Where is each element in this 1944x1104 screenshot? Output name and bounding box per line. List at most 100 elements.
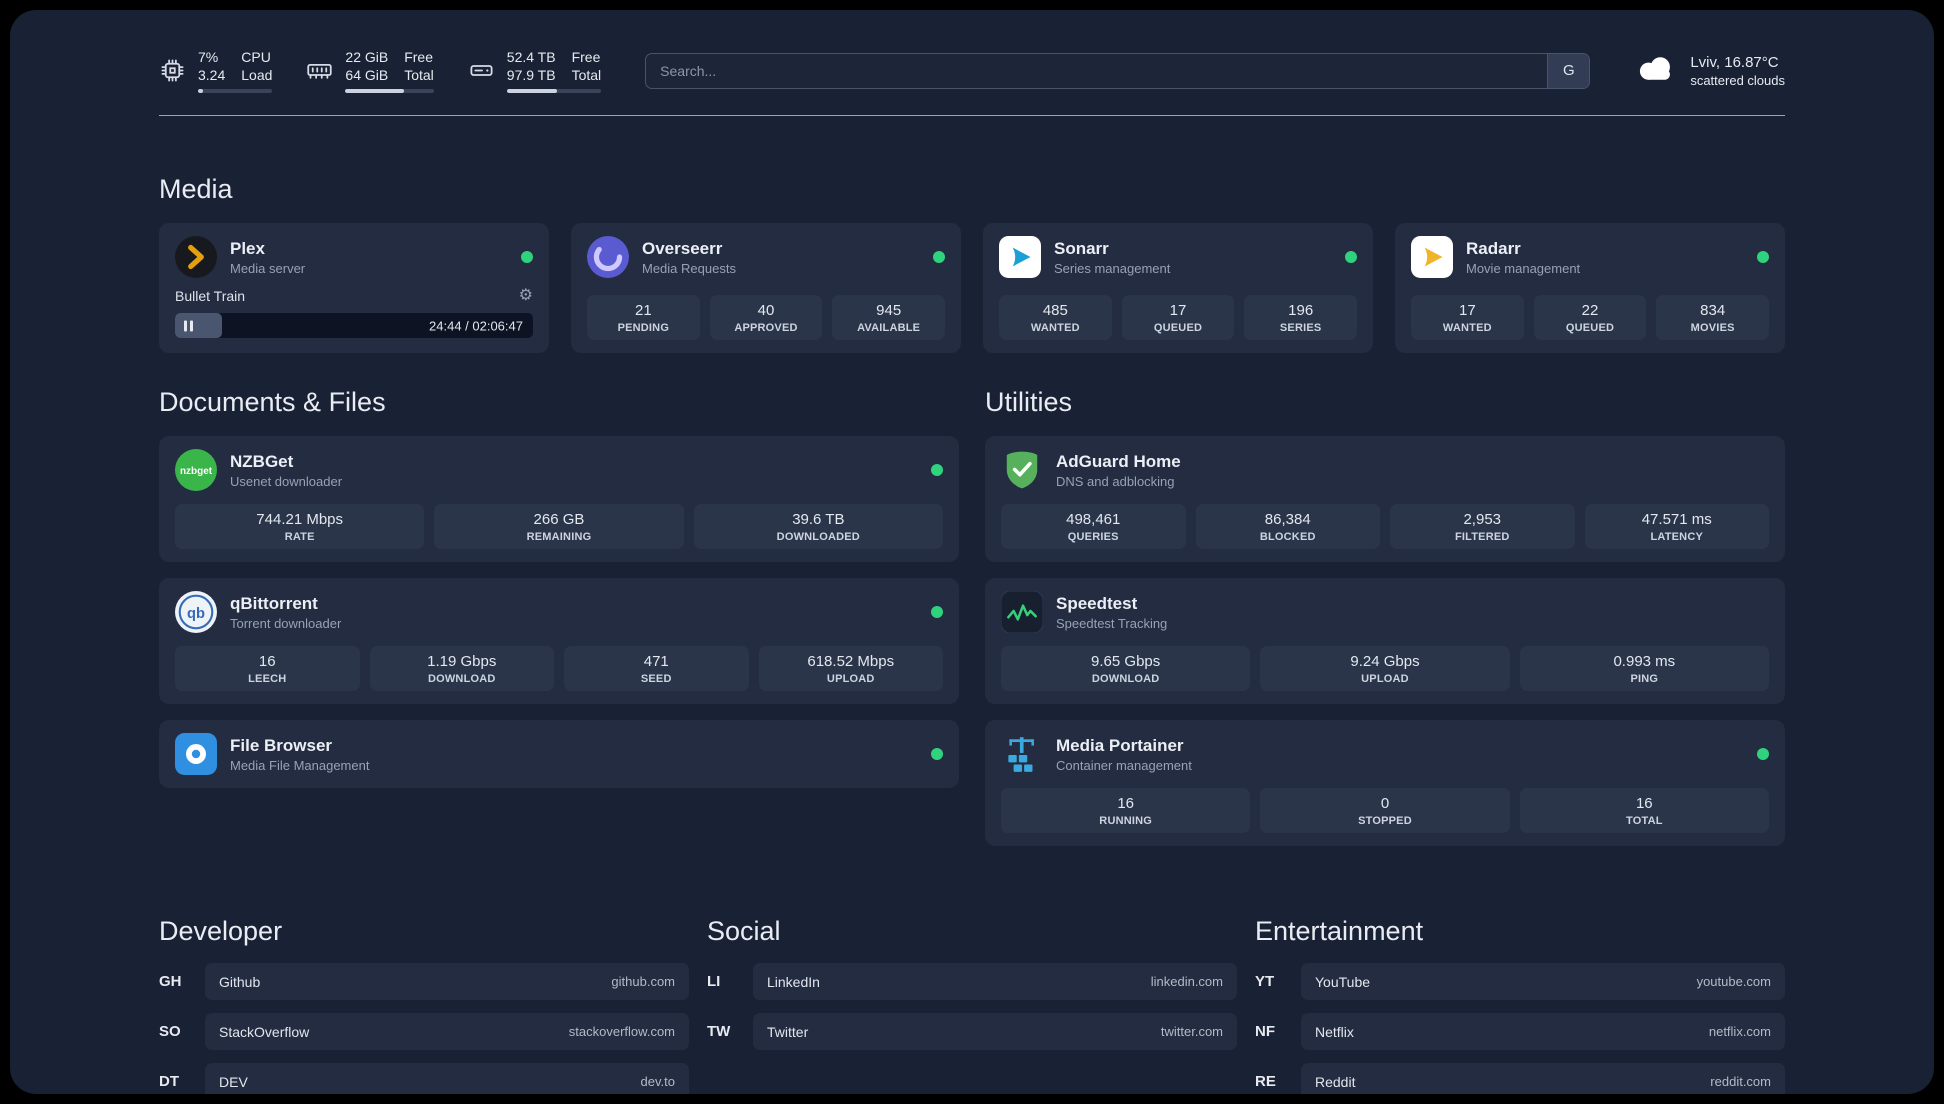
bookmark-name: Github [219,973,261,990]
bookmark-twitter[interactable]: Twitter twitter.com [753,1013,1237,1051]
bookmark-url: netflix.com [1708,1024,1771,1040]
stat-rate: 744.21 Mbps RATE [175,504,425,550]
app-name: AdGuard Home [1056,451,1181,471]
bookmark-github[interactable]: Github github.com [205,963,689,1001]
ram-free-value: 22 GiB [345,49,389,65]
topbar: 7% 3.24 CPU Load 22 GiB 64 GiB Free Tota… [159,48,1785,94]
app-card-nzbget[interactable]: nzbget NZBGet Usenet downloader 744.21 M… [159,436,959,563]
disk-free-value: 52.4 TB [506,49,556,65]
disk-labels: Free Total [571,49,602,84]
bookmark-row: YT YouTube youtube.com [1255,963,1785,1001]
bookmark-abbr: GH [159,973,182,991]
app-subtitle: DNS and adblocking [1056,473,1175,489]
stat-available: 945 AVAILABLE [832,295,945,341]
bookmark-url: stackoverflow.com [568,1024,675,1040]
cpu-load-value: 3.24 [198,67,226,84]
bookmark-url: linkedin.com [1150,974,1223,990]
app-subtitle: Usenet downloader [230,473,343,489]
search-input[interactable] [646,53,1548,88]
cpu-labels: CPU Load [241,49,273,84]
now-playing-title: Bullet Train [175,288,246,305]
app-card-filebrowser[interactable]: File Browser Media File Management [159,720,959,789]
bookmark-url: reddit.com [1710,1074,1771,1090]
app-card-speedtest[interactable]: Speedtest Speedtest Tracking 9.65 Gbps DO… [985,578,1785,705]
system-metrics: 7% 3.24 CPU Load 22 GiB 64 GiB Free Tota… [159,48,602,94]
bookmark-abbr: TW [707,1023,731,1041]
app-subtitle: Media Requests [642,260,736,276]
svg-text:nzbget: nzbget [180,467,213,478]
stat-download: 9.65 Gbps DOWNLOAD [1001,646,1251,692]
playback-progress-bar[interactable]: 24:44 / 02:06:47 [175,313,533,339]
bookmark-url: twitter.com [1160,1024,1223,1040]
app-card-qbittorrent[interactable]: qb qBittorrent Torrent downloader 16 LEEC… [159,578,959,705]
ram-values: 22 GiB 64 GiB [345,48,388,84]
section-title-documents: Documents & Files [159,387,386,418]
section-title-media: Media [159,174,233,205]
bookmark-youtube[interactable]: YouTube youtube.com [1301,963,1785,1001]
bookmark-row: TW Twitter twitter.com [707,1013,1237,1051]
stat-seed: 471 SEED [564,646,749,692]
bookmark-name: Netflix [1315,1023,1354,1040]
app-card-sonarr[interactable]: Sonarr Series management 485 WANTED 17 QUE… [983,223,1373,354]
speedtest-icon [1001,591,1043,634]
app-card-portainer[interactable]: Media Portainer Container management 16 R… [985,720,1785,847]
bookmark-reddit[interactable]: Reddit reddit.com [1301,1063,1785,1094]
app-subtitle: Movie management [1466,260,1581,276]
bookmark-abbr: NF [1255,1023,1275,1041]
status-dot [1345,251,1357,264]
app-card-overseerr[interactable]: Overseerr Media Requests 21 PENDING 40 APP… [571,223,961,354]
cpu-widget: 7% 3.24 CPU Load [159,48,273,94]
stat-movies: 834 MOVIES [1656,295,1769,341]
section-title-entertainment: Entertainment [1255,916,1424,947]
app-subtitle: Torrent downloader [230,615,342,631]
bookmark-linkedin[interactable]: LinkedIn linkedin.com [753,963,1237,1001]
bookmark-row: SO StackOverflow stackoverflow.com [159,1013,689,1051]
bookmark-row: RE Reddit reddit.com [1255,1063,1785,1094]
bookmark-netflix[interactable]: Netflix netflix.com [1301,1013,1785,1051]
bookmark-abbr: RE [1255,1073,1276,1091]
app-subtitle: Container management [1056,757,1192,773]
bookmark-url: dev.to [640,1074,675,1090]
app-card-radarr[interactable]: Radarr Movie management 17 WANTED 22 QUEUE… [1395,223,1785,354]
bookmark-url: youtube.com [1696,974,1771,990]
search-bar: G [645,52,1591,89]
bookmark-name: StackOverflow [219,1023,310,1040]
bookmark-abbr: SO [159,1023,181,1041]
search-engine-button[interactable]: G [1547,53,1590,88]
app-name: Speedtest [1056,593,1138,613]
bookmark-abbr: DT [159,1073,179,1091]
bookmark-abbr: LI [707,973,721,991]
stat-queued: 22 QUEUED [1533,295,1647,341]
gear-icon[interactable]: ⚙ [519,288,533,304]
pause-icon[interactable] [184,320,193,332]
adguard-icon [1001,449,1043,491]
stat-approved: 40 APPROVED [709,295,823,341]
weather-condition: scattered clouds [1690,72,1785,88]
app-name: qBittorrent [230,593,318,613]
bookmark-name: YouTube [1315,973,1371,990]
stat-remaining: 266 GB REMAINING [434,504,684,550]
section-title-developer: Developer [159,916,283,947]
app-name: NZBGet [230,451,294,471]
cpu-percent: 7% [198,49,219,65]
app-name: Sonarr [1054,238,1109,258]
app-card-adguard[interactable]: AdGuard Home DNS and adblocking 498,461 Q… [985,436,1785,563]
bookmark-row: NF Netflix netflix.com [1255,1013,1785,1051]
disk-icon [468,57,495,84]
status-dot [931,748,943,761]
bookmark-dev[interactable]: DEV dev.to [205,1063,689,1094]
stat-stopped: 0 STOPPED [1260,788,1510,834]
cloud-icon [1634,53,1678,88]
stat-download: 1.19 Gbps DOWNLOAD [369,646,554,692]
stat-pending: 21 PENDING [587,295,700,341]
portainer-icon [1001,733,1043,775]
status-dot [931,464,943,477]
bookmark-stackoverflow[interactable]: StackOverflow stackoverflow.com [205,1013,689,1051]
cpu-values: 7% 3.24 [198,48,225,84]
stat-total: 16 TOTAL [1519,788,1769,834]
app-card-plex[interactable]: Plex Media server Bullet Train ⚙ 24:44 /… [159,223,549,354]
section-title-social: Social [707,916,781,947]
topbar-divider [159,115,1785,117]
disk-progress-bar [506,89,602,94]
nzbget-icon: nzbget [175,449,217,492]
